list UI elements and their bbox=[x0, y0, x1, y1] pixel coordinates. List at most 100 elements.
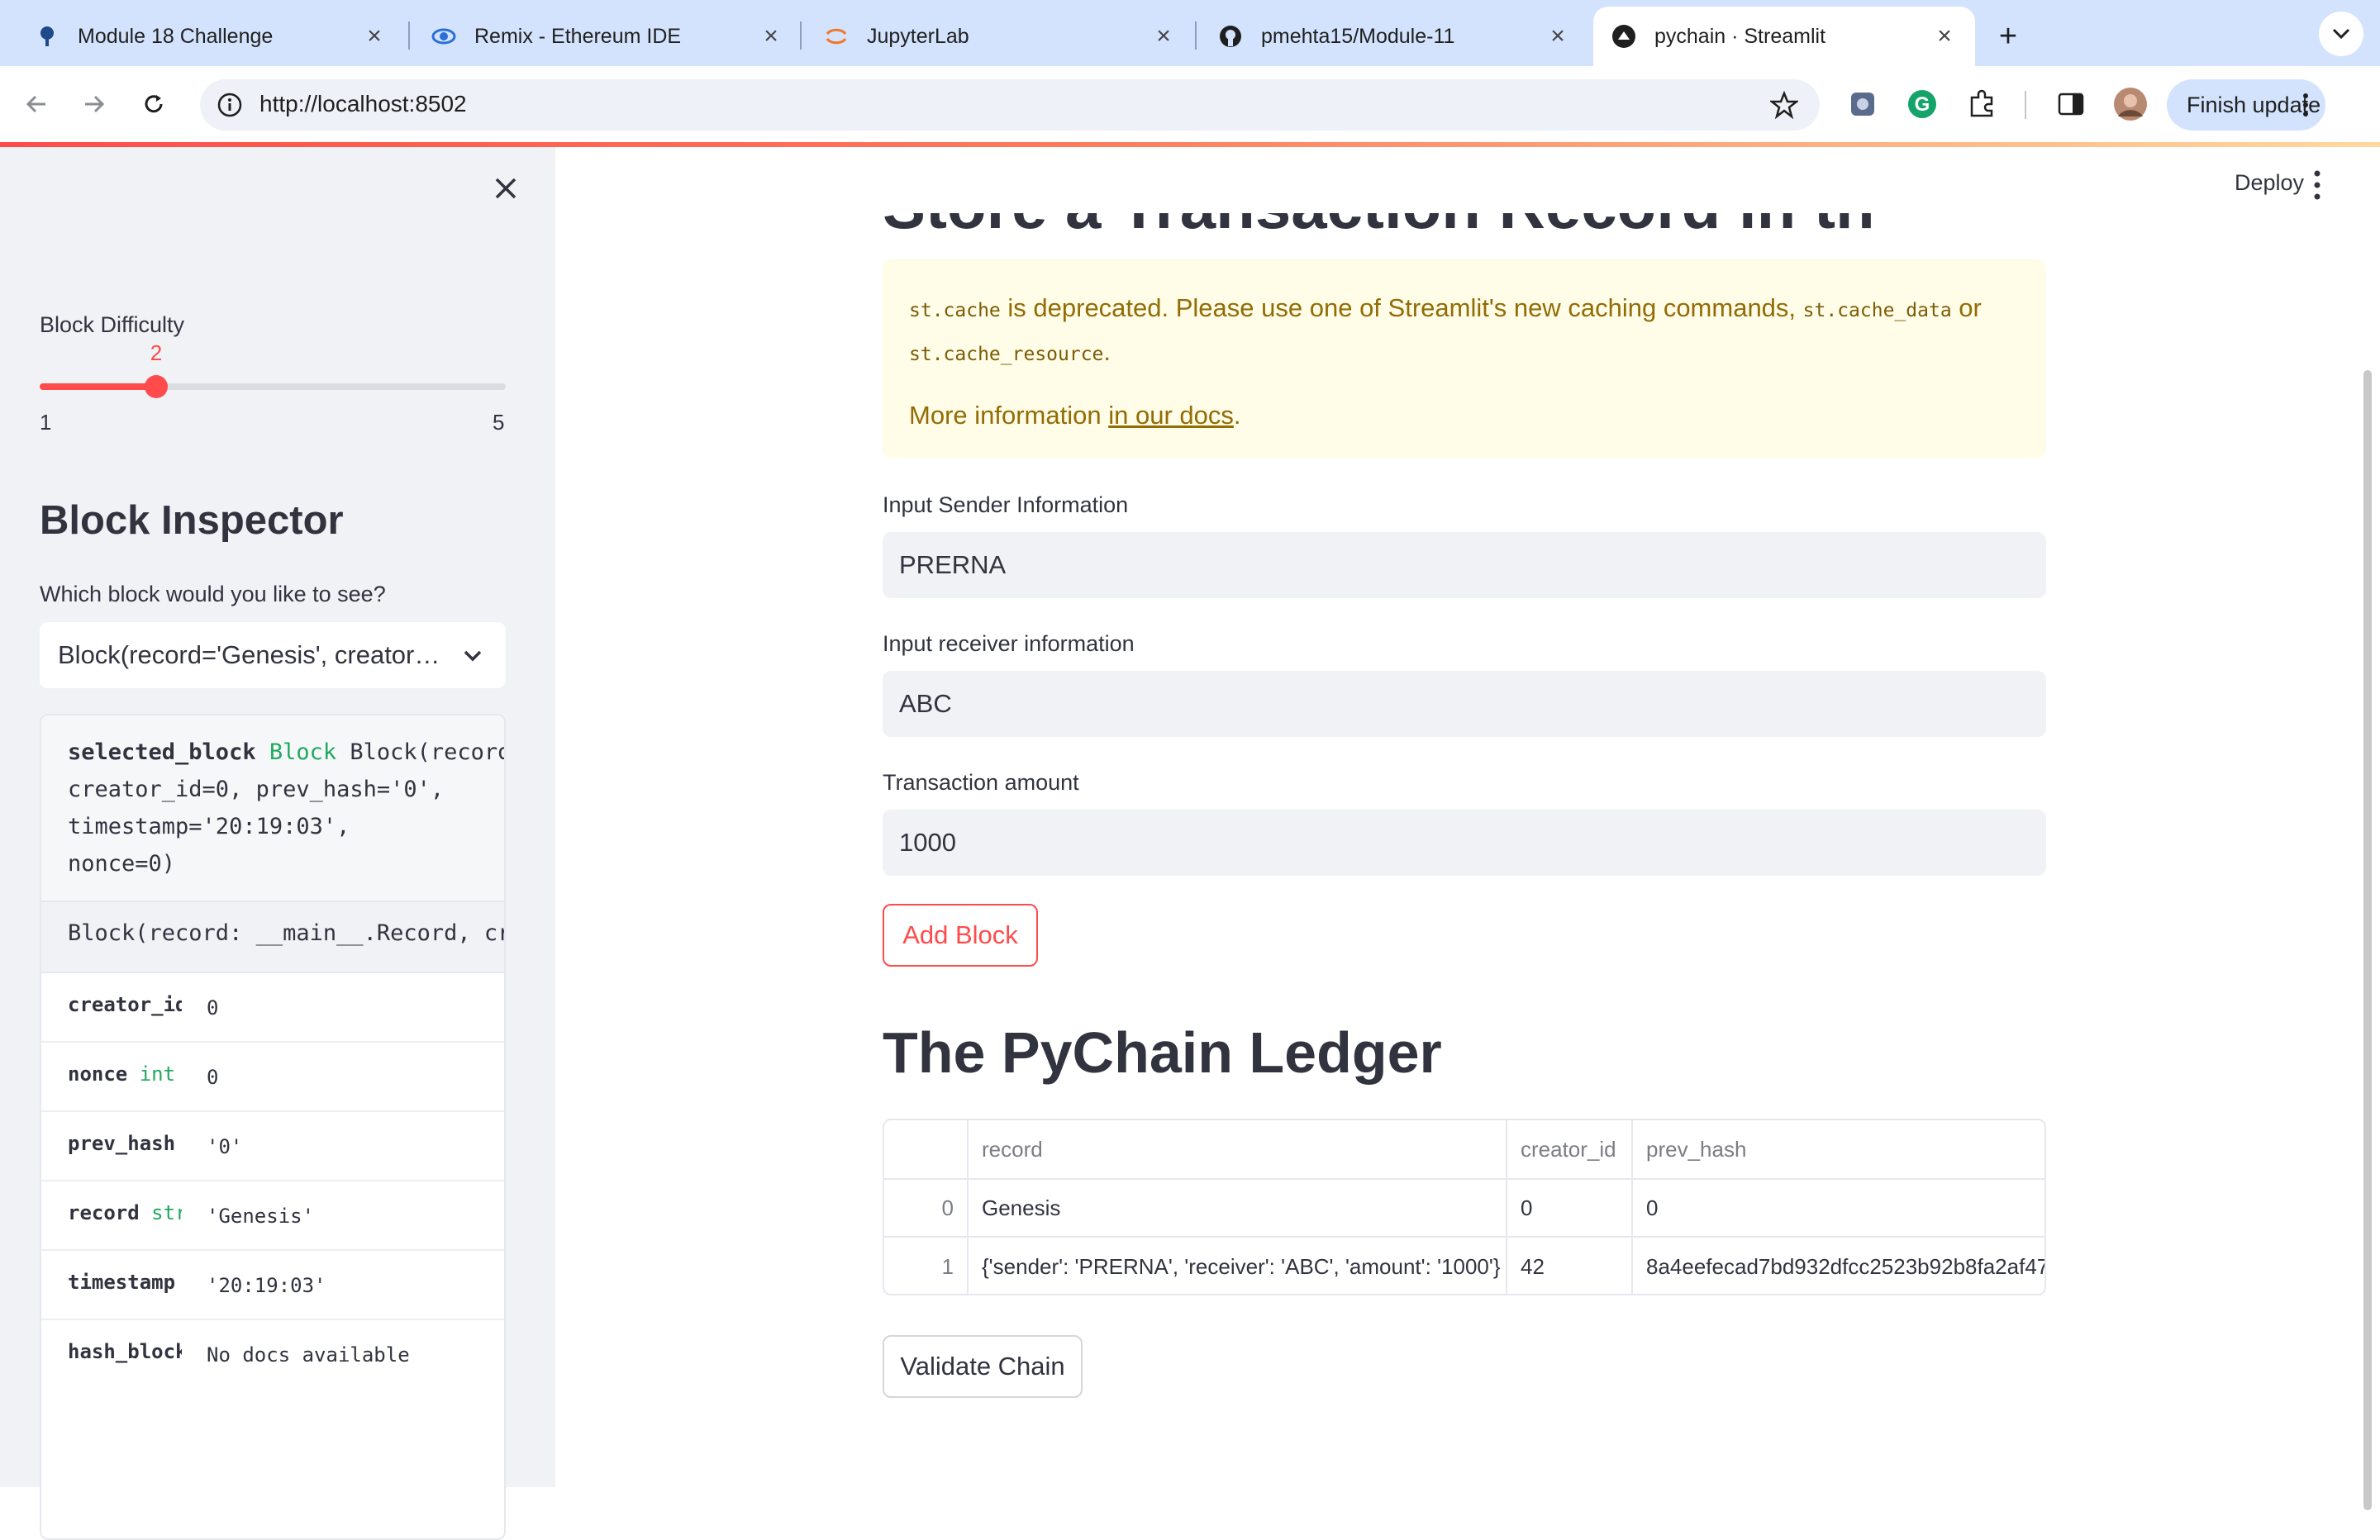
attr-value: '0' bbox=[207, 1135, 243, 1158]
streamlit-icon bbox=[1611, 24, 1636, 49]
grammarly-icon[interactable]: G bbox=[1904, 86, 1940, 122]
chevron-down-icon bbox=[459, 642, 486, 668]
cell-creator-id[interactable]: 42 bbox=[1507, 1238, 1633, 1294]
column-header-prev-hash[interactable]: prev_hash bbox=[1633, 1120, 2044, 1178]
sender-input[interactable]: PRERNA bbox=[883, 532, 2046, 598]
svg-text:G: G bbox=[1915, 93, 1930, 116]
attr-row: prev_hash str '0' bbox=[41, 1112, 504, 1181]
deploy-button[interactable]: Deploy bbox=[2235, 170, 2304, 196]
finish-update-button[interactable]: Finish update bbox=[2167, 79, 2325, 131]
tab-pychain-streamlit[interactable]: pychain · Streamlit × bbox=[1593, 7, 1975, 66]
difficulty-label: Block Difficulty bbox=[40, 312, 185, 337]
tab-search-icon[interactable] bbox=[2319, 12, 2363, 56]
browser-toolbar: http://localhost:8502 G Finish update bbox=[0, 66, 2380, 142]
block-select-label: Which block would you like to see? bbox=[40, 582, 386, 606]
address-bar[interactable]: http://localhost:8502 bbox=[200, 79, 1820, 131]
attr-row: timestamp str '20:19:03' bbox=[41, 1251, 504, 1320]
jupyter-icon bbox=[824, 24, 849, 49]
tab-title: Remix - Ethereum IDE bbox=[474, 24, 682, 48]
cell-prev-hash[interactable]: 8a4eefecad7bd932dfcc2523b92b8fa2af47 bbox=[1633, 1238, 2044, 1294]
receiver-label: Input receiver information bbox=[883, 631, 1135, 656]
tab-separator bbox=[408, 21, 410, 50]
close-tab-icon[interactable]: × bbox=[759, 22, 783, 50]
slider-min-label: 1 bbox=[40, 410, 52, 435]
side-panel-icon[interactable] bbox=[2053, 86, 2089, 122]
close-tab-icon[interactable]: × bbox=[1151, 22, 1176, 50]
validate-chain-button[interactable]: Validate Chain bbox=[883, 1335, 1083, 1398]
github-icon bbox=[1218, 24, 1243, 49]
attr-row: hash_block method No docs available bbox=[41, 1320, 504, 1390]
forward-icon[interactable] bbox=[73, 83, 116, 126]
attr-name: prev_hash str bbox=[68, 1132, 176, 1155]
main-menu-icon[interactable] bbox=[2306, 169, 2329, 202]
sender-label: Input Sender Information bbox=[883, 492, 1129, 517]
block-select[interactable]: Block(record='Genesis', creator_id=0, pr… bbox=[40, 622, 506, 688]
cell-prev-hash[interactable]: 0 bbox=[1633, 1180, 2044, 1236]
ledger-table[interactable]: record creator_id prev_hash 0 Genesis 0 … bbox=[883, 1119, 2046, 1295]
menu-kebab-icon bbox=[2302, 93, 2309, 117]
reload-icon[interactable] bbox=[132, 83, 175, 126]
add-block-button[interactable]: Add Block bbox=[883, 904, 1038, 967]
profile-avatar[interactable] bbox=[2112, 86, 2149, 122]
tab-jupyterlab[interactable]: JupyterLab × bbox=[806, 7, 1194, 66]
tab-separator bbox=[800, 21, 802, 50]
table-header-row: record creator_id prev_hash bbox=[884, 1120, 2044, 1180]
close-sidebar-icon[interactable] bbox=[486, 169, 526, 208]
extensions-icon[interactable] bbox=[1963, 86, 2000, 122]
tab-module-18[interactable]: Module 18 Challenge × bbox=[17, 7, 405, 66]
column-header-record[interactable]: record bbox=[969, 1120, 1507, 1178]
close-tab-icon[interactable]: × bbox=[362, 22, 387, 50]
close-tab-icon[interactable]: × bbox=[1932, 22, 1957, 50]
amount-input[interactable]: 1000 bbox=[883, 810, 2046, 876]
attr-value: 'Genesis' bbox=[207, 1205, 315, 1228]
inspector-header: selected_block Block Block(record='Genes… bbox=[41, 715, 504, 901]
receiver-input[interactable]: ABC bbox=[883, 671, 2046, 737]
tab-title: pmehta15/Module-11 bbox=[1261, 24, 1455, 48]
sidebar: Block Difficulty 2 1 5 Block Inspector W… bbox=[0, 147, 555, 1540]
tab-separator bbox=[1195, 21, 1197, 50]
bookmark-star-icon[interactable] bbox=[1768, 90, 1800, 120]
inspector-signature: Block(record: __main__.Record, creator_i… bbox=[41, 901, 504, 973]
warning-more: More information in our docs. bbox=[909, 401, 1241, 430]
slider-max-label: 5 bbox=[493, 410, 505, 435]
cell-creator-id[interactable]: 0 bbox=[1507, 1180, 1633, 1236]
inspector-type-name: Block bbox=[269, 739, 337, 765]
attr-name: creator_id int bbox=[68, 993, 182, 1016]
row-index: 1 bbox=[884, 1238, 969, 1294]
warning-text: st.cache is deprecated. Please use one o… bbox=[909, 293, 1982, 366]
docs-link[interactable]: in our docs bbox=[1108, 401, 1234, 430]
attr-value: '20:19:03' bbox=[207, 1274, 326, 1297]
site-info-icon[interactable] bbox=[217, 92, 243, 118]
deprecation-warning: st.cache is deprecated. Please use one o… bbox=[883, 259, 2046, 458]
url-text: http://localhost:8502 bbox=[259, 91, 467, 116]
page-title-scrolled: Store a Transaction Record in the PyChai… bbox=[883, 213, 1874, 235]
object-inspector: selected_block Block Block(record='Genes… bbox=[40, 714, 506, 1540]
jupyter-tree-icon bbox=[35, 24, 60, 49]
cell-record[interactable]: Genesis bbox=[969, 1180, 1507, 1236]
block-inspector-heading: Block Inspector bbox=[40, 498, 344, 543]
column-header-creator-id[interactable]: creator_id bbox=[1507, 1120, 1633, 1178]
amount-label: Transaction amount bbox=[883, 770, 1079, 795]
attr-value: 0 bbox=[207, 1066, 219, 1089]
attr-row: creator_id int 0 bbox=[41, 973, 504, 1043]
inspector-repr-line2: creator_id=0, prev_hash='0', bbox=[68, 777, 445, 802]
tab-remix[interactable]: Remix - Ethereum IDE × bbox=[413, 7, 802, 66]
table-row: 1 {'sender': 'PRERNA', 'receiver': 'ABC'… bbox=[884, 1238, 2044, 1294]
attr-row: nonce int 0 bbox=[41, 1043, 504, 1112]
toolbar-divider bbox=[2025, 91, 2026, 119]
cell-record[interactable]: {'sender': 'PRERNA', 'receiver': 'ABC', … bbox=[969, 1238, 1507, 1294]
attr-value: No docs available bbox=[207, 1343, 410, 1367]
slider-thumb[interactable] bbox=[145, 375, 168, 398]
tab-github[interactable]: pmehta15/Module-11 × bbox=[1200, 7, 1588, 66]
difficulty-slider[interactable]: 2 bbox=[40, 340, 506, 398]
close-tab-icon[interactable]: × bbox=[1545, 22, 1570, 50]
attr-row: record str 'Genesis' bbox=[41, 1181, 504, 1251]
new-tab-icon[interactable]: + bbox=[1990, 18, 2026, 55]
row-index: 0 bbox=[884, 1180, 969, 1236]
page-scrollbar[interactable] bbox=[2363, 370, 2372, 1510]
browser-tab-strip: Module 18 Challenge × Remix - Ethereum I… bbox=[0, 0, 2380, 66]
slider-value: 2 bbox=[150, 340, 163, 365]
extension-puzzle-blue-icon[interactable] bbox=[1844, 86, 1881, 122]
inspector-repr-line3: timestamp='20:19:03', bbox=[68, 814, 350, 839]
back-icon[interactable] bbox=[15, 83, 58, 126]
